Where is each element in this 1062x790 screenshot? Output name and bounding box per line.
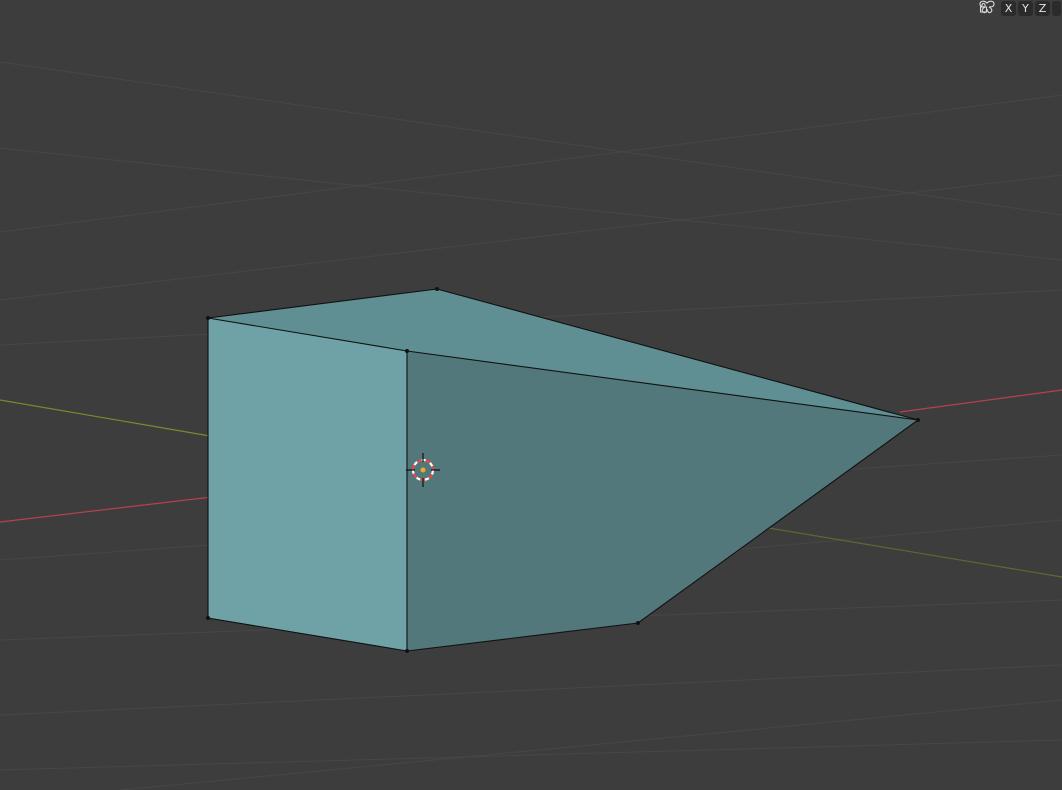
front-face[interactable] (208, 318, 407, 651)
mirror-x-button[interactable]: X (1001, 0, 1016, 16)
side-face[interactable] (407, 351, 918, 651)
lock-icon[interactable] (980, 0, 1061, 16)
3d-viewport[interactable]: X Y Z (0, 0, 1062, 790)
x-axis-line-far (899, 389, 1062, 413)
viewport-canvas[interactable] (0, 0, 1062, 790)
mesh-object[interactable] (206, 287, 920, 653)
mirror-y-button[interactable]: Y (1018, 0, 1033, 16)
mirror-axis-toolbar: X Y Z (979, 0, 1062, 16)
mirror-z-button[interactable]: Z (1035, 0, 1050, 16)
y-axis-line (0, 399, 211, 437)
